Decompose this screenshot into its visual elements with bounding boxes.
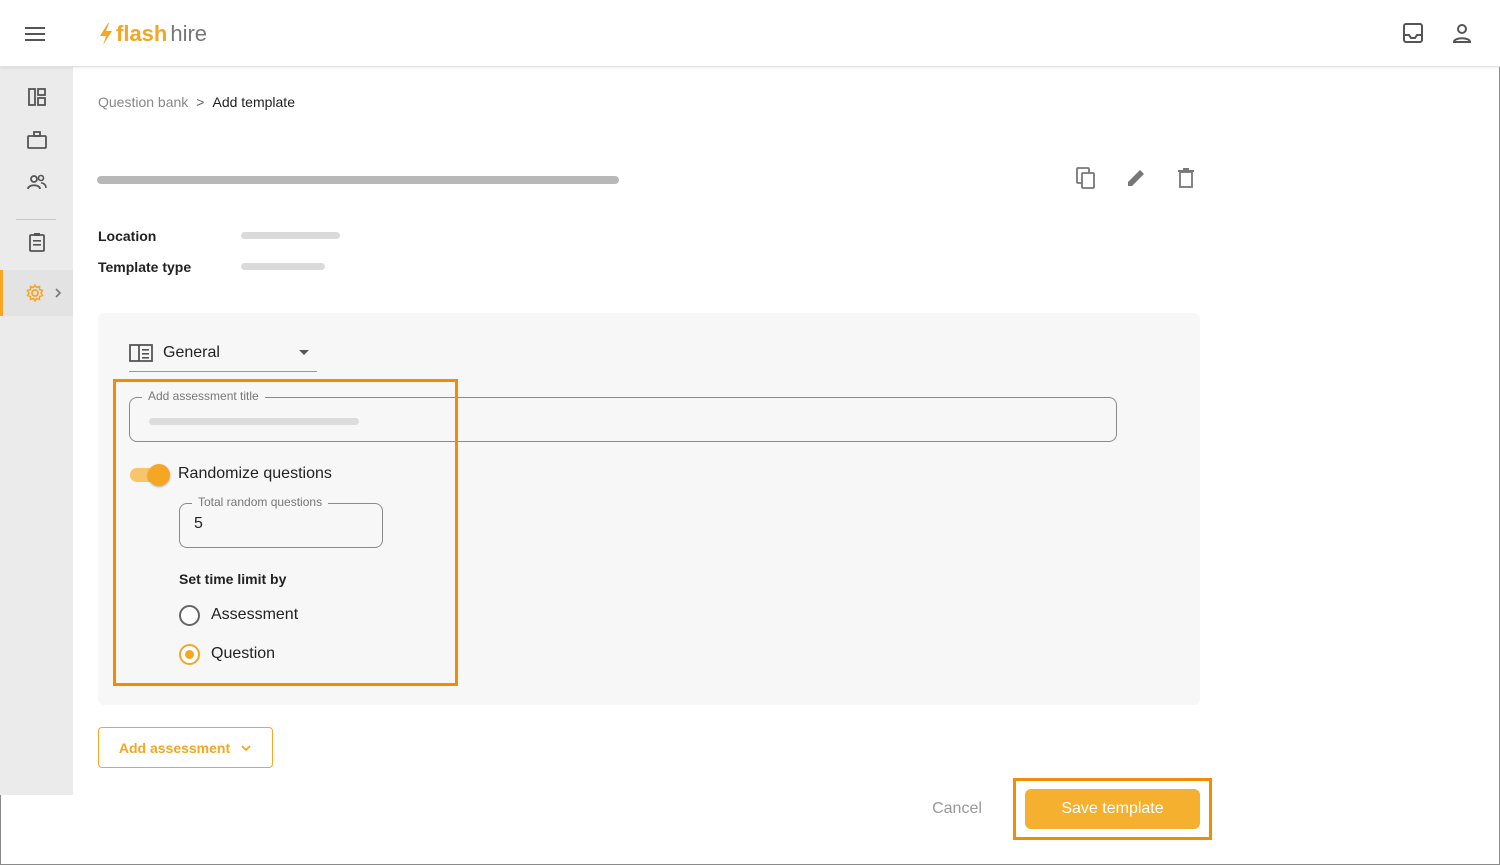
breadcrumb-question-bank[interactable]: Question bank [98,94,188,110]
inbox-icon[interactable] [1400,20,1426,46]
delete-icon[interactable] [1172,164,1200,192]
sidebar [0,67,73,795]
logo-text-hire: hire [170,21,208,46]
template-type-value-placeholder [241,263,325,270]
cancel-button[interactable]: Cancel [920,794,994,824]
chevron-right-icon [55,288,62,298]
dashboard-icon [27,88,46,106]
location-value-placeholder [241,232,340,239]
book-icon [129,344,153,362]
sidebar-divider [16,219,56,220]
logo[interactable]: flash hire [98,18,207,50]
edit-icon[interactable] [1122,164,1150,192]
sidebar-item-settings[interactable] [0,270,73,316]
sidebar-item-dashboard[interactable] [0,76,73,118]
sidebar-item-jobs[interactable] [0,119,73,161]
add-assessment-button[interactable]: Add assessment [98,727,273,768]
user-icon[interactable] [1449,20,1475,46]
add-assessment-label: Add assessment [118,739,231,756]
logo-text-flash: flash [116,21,168,46]
template-type-label: Template type [98,259,192,275]
briefcase-icon [26,131,47,149]
breadcrumb: Question bank > Add template [98,94,295,110]
breadcrumb-current: Add template [212,94,295,110]
gear-icon [26,284,44,302]
template-title-placeholder [97,176,619,184]
people-icon [26,174,47,190]
location-label: Location [98,228,157,244]
bolt-icon [100,23,112,45]
settings-highlight [113,379,458,686]
caret-down-icon [299,350,309,355]
menu-icon[interactable] [22,20,50,48]
breadcrumb-separator: > [196,94,205,110]
copy-icon[interactable] [1072,164,1100,192]
save-highlight [1013,778,1212,840]
chevron-down-icon [241,744,251,751]
sidebar-item-assessments[interactable] [0,221,73,263]
top-bar: flash hire [0,0,1500,67]
sidebar-item-candidates[interactable] [0,161,73,203]
section-select-value: General [163,344,220,361]
section-select[interactable]: General [129,335,317,372]
clipboard-icon [28,233,45,252]
